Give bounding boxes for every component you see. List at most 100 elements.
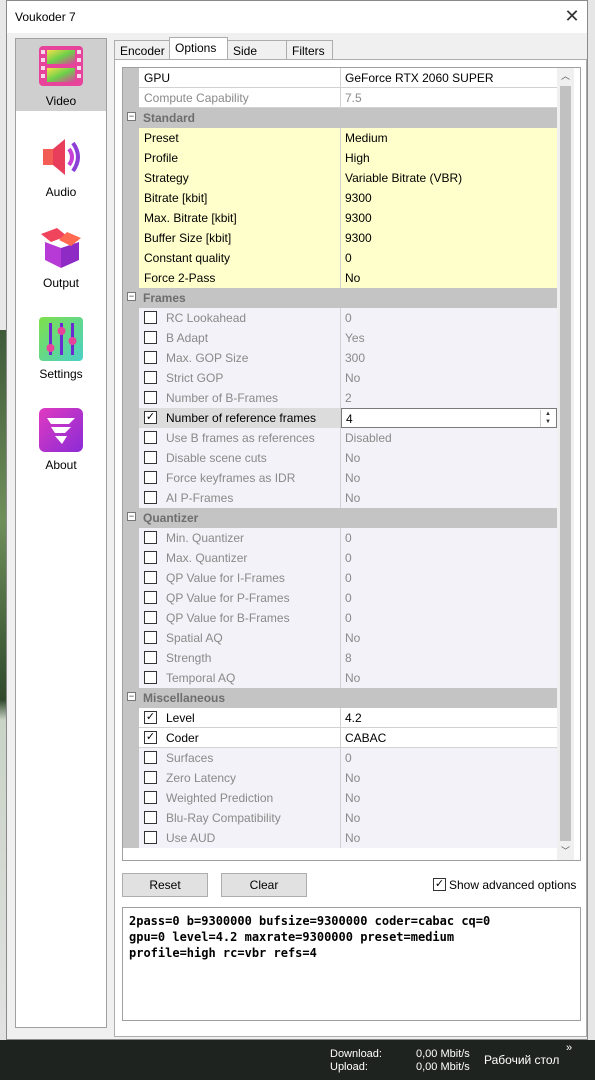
tab-filters[interactable]: Filters — [286, 40, 333, 60]
enable-checkbox[interactable] — [144, 451, 157, 464]
property-row[interactable]: Blu-Ray Compatibility No — [123, 808, 557, 828]
sidebar-item-output[interactable]: Output — [16, 221, 106, 293]
property-row[interactable]: QP Value for I-Frames 0 — [123, 568, 557, 588]
scroll-thumb[interactable] — [560, 86, 571, 841]
property-row[interactable]: Strategy Variable Bitrate (VBR) — [123, 168, 557, 188]
enable-checkbox[interactable] — [144, 371, 157, 384]
property-row[interactable]: Surfaces 0 — [123, 748, 557, 768]
scroll-down-icon[interactable]: ﹀ — [557, 843, 574, 860]
checkbox-check-icon[interactable]: ✓ — [433, 878, 446, 891]
tab-encoder[interactable]: Encoder — [114, 40, 170, 60]
collapse-icon[interactable]: − — [127, 292, 136, 301]
property-value[interactable]: 0 — [341, 248, 557, 268]
property-row[interactable]: Number of B-Frames 2 — [123, 388, 557, 408]
chevron-icon[interactable]: » — [566, 1042, 572, 1054]
property-row-reference-frames[interactable]: ✓ Number of reference frames 4 ▲ ▼ — [123, 408, 557, 428]
property-value[interactable]: Medium — [341, 128, 557, 148]
property-value[interactable]: 9300 — [341, 188, 557, 208]
property-row[interactable]: Zero Latency No — [123, 768, 557, 788]
category-frames[interactable]: − Frames — [123, 288, 557, 308]
property-row[interactable]: RC Lookahead 0 — [123, 308, 557, 328]
property-row[interactable]: Strict GOP No — [123, 368, 557, 388]
enable-checkbox[interactable] — [144, 431, 157, 444]
property-row[interactable]: QP Value for P-Frames 0 — [123, 588, 557, 608]
property-row-gpu[interactable]: GPU GeForce RTX 2060 SUPER — [123, 68, 557, 88]
category-standard[interactable]: − Standard — [123, 108, 557, 128]
property-value[interactable]: 4.2 — [341, 708, 557, 728]
sidebar-item-about[interactable]: About — [16, 403, 106, 475]
sidebar-item-audio[interactable]: Audio — [16, 130, 106, 202]
property-row[interactable]: Temporal AQ No — [123, 668, 557, 688]
sidebar-item-video[interactable]: Video — [16, 39, 106, 111]
enable-checkbox[interactable] — [144, 491, 157, 504]
property-value[interactable]: Variable Bitrate (VBR) — [341, 168, 557, 188]
property-row[interactable]: Force 2-Pass No — [123, 268, 557, 288]
property-row[interactable]: ✓ Coder CABAC — [123, 728, 557, 748]
property-row[interactable]: Use AUD No — [123, 828, 557, 848]
property-row[interactable]: Max. Quantizer 0 — [123, 548, 557, 568]
tab-side-data[interactable]: Side data — [227, 40, 287, 72]
property-value[interactable]: No — [341, 268, 557, 288]
property-row[interactable]: Spatial AQ No — [123, 628, 557, 648]
collapse-icon[interactable]: − — [127, 692, 136, 701]
property-row[interactable]: QP Value for B-Frames 0 — [123, 608, 557, 628]
enable-checkbox[interactable] — [144, 671, 157, 684]
property-row[interactable]: Preset Medium — [123, 128, 557, 148]
enable-checkbox[interactable] — [144, 811, 157, 824]
enable-checkbox[interactable] — [144, 651, 157, 664]
collapse-icon[interactable]: − — [127, 512, 136, 521]
property-row[interactable]: Constant quality 0 — [123, 248, 557, 268]
enable-checkbox[interactable] — [144, 791, 157, 804]
reset-button[interactable]: Reset — [122, 873, 208, 897]
spin-down-icon[interactable]: ▼ — [541, 418, 555, 426]
enable-checkbox[interactable] — [144, 591, 157, 604]
property-row[interactable]: Force keyframes as IDR No — [123, 468, 557, 488]
scroll-up-icon[interactable]: ︿ — [557, 68, 574, 85]
property-row[interactable]: Use B frames as references Disabled — [123, 428, 557, 448]
enable-checkbox[interactable] — [144, 471, 157, 484]
category-quantizer[interactable]: − Quantizer — [123, 508, 557, 528]
enable-checkbox[interactable] — [144, 771, 157, 784]
property-row[interactable]: Disable scene cuts No — [123, 448, 557, 468]
category-miscellaneous[interactable]: − Miscellaneous — [123, 688, 557, 708]
property-value[interactable]: 9300 — [341, 228, 557, 248]
enable-checkbox[interactable]: ✓ — [144, 731, 157, 744]
property-row[interactable]: B Adapt Yes — [123, 328, 557, 348]
enable-checkbox[interactable] — [144, 571, 157, 584]
sidebar-item-settings[interactable]: Settings — [16, 312, 106, 384]
enable-checkbox[interactable] — [144, 631, 157, 644]
property-row[interactable]: Strength 8 — [123, 648, 557, 668]
property-row[interactable]: AI P-Frames No — [123, 488, 557, 508]
enable-checkbox[interactable] — [144, 391, 157, 404]
enable-checkbox[interactable]: ✓ — [144, 711, 157, 724]
spin-buttons[interactable]: ▲ ▼ — [540, 410, 555, 427]
property-row[interactable]: Bitrate [kbit] 9300 — [123, 188, 557, 208]
enable-checkbox[interactable] — [144, 551, 157, 564]
reference-frames-spinbox[interactable]: 4 ▲ ▼ — [341, 408, 557, 428]
property-value[interactable]: 9300 — [341, 208, 557, 228]
spin-up-icon[interactable]: ▲ — [541, 410, 555, 418]
property-row[interactable]: Max. Bitrate [kbit] 9300 — [123, 208, 557, 228]
property-row[interactable]: Buffer Size [kbit] 9300 — [123, 228, 557, 248]
command-line-output[interactable]: 2pass=0 b=9300000 bufsize=9300000 coder=… — [122, 907, 581, 1021]
property-value[interactable]: GeForce RTX 2060 SUPER — [341, 68, 557, 88]
collapse-icon[interactable]: − — [127, 112, 136, 121]
enable-checkbox[interactable] — [144, 311, 157, 324]
tab-options[interactable]: Options — [169, 37, 228, 60]
enable-checkbox[interactable] — [144, 331, 157, 344]
enable-checkbox[interactable] — [144, 531, 157, 544]
enable-checkbox[interactable] — [144, 831, 157, 844]
property-row[interactable]: Max. GOP Size 300 — [123, 348, 557, 368]
property-row[interactable]: Min. Quantizer 0 — [123, 528, 557, 548]
property-row[interactable]: ✓ Level 4.2 — [123, 708, 557, 728]
property-row[interactable]: Weighted Prediction No — [123, 788, 557, 808]
property-value[interactable]: CABAC — [341, 728, 557, 748]
enable-checkbox[interactable]: ✓ — [144, 411, 157, 424]
close-icon[interactable]: ✕ — [557, 1, 587, 31]
enable-checkbox[interactable] — [144, 611, 157, 624]
desktop-toolbar-label[interactable]: Рабочий стол — [484, 1053, 559, 1067]
clear-button[interactable]: Clear — [221, 873, 307, 897]
enable-checkbox[interactable] — [144, 751, 157, 764]
vertical-scrollbar[interactable]: ︿ ﹀ — [557, 68, 574, 860]
property-value[interactable]: High — [341, 148, 557, 168]
